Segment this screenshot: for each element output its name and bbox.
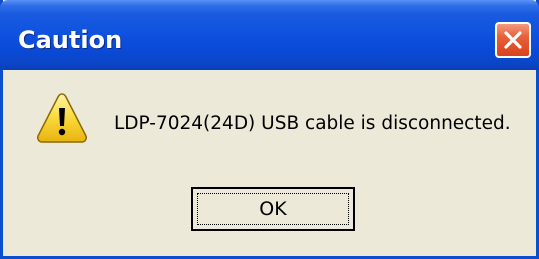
close-button[interactable] xyxy=(495,22,531,58)
dialog-message: LDP-7024(24D) USB cable is disconnected. xyxy=(114,113,511,134)
close-icon xyxy=(504,31,522,49)
title-bar[interactable]: Caution xyxy=(0,0,539,70)
warning-icon xyxy=(37,93,87,143)
window-title: Caution xyxy=(18,26,123,54)
caution-dialog: Caution LDP-7024(24D) USB cable is disco… xyxy=(0,0,539,259)
focus-rect: OK xyxy=(197,193,349,225)
ok-button[interactable]: OK xyxy=(191,187,355,231)
ok-button-label: OK xyxy=(259,198,287,220)
